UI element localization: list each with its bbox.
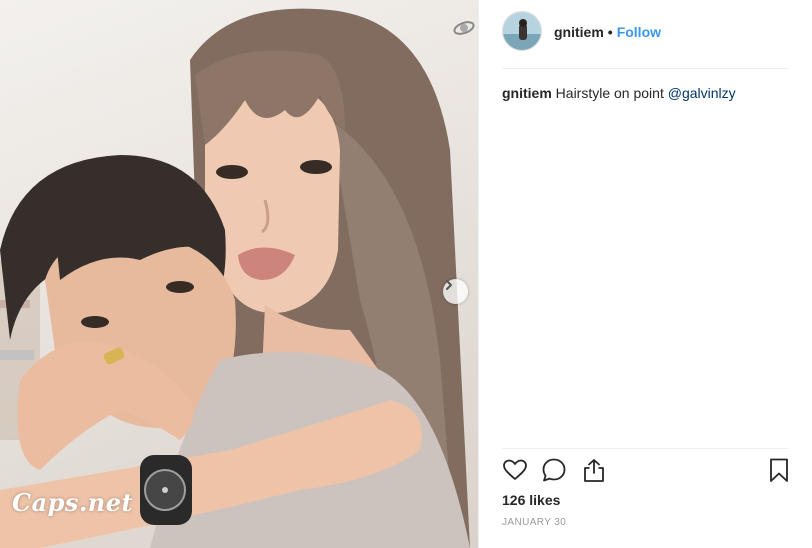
heart-icon xyxy=(503,459,527,480)
photo-watermark: Caps.net xyxy=(12,488,134,517)
post-date[interactable]: JANUARY 30 xyxy=(502,517,566,528)
likes-count[interactable]: 126 likes xyxy=(502,492,560,508)
actions-divider xyxy=(502,448,788,449)
instagram-post: Caps.net gnitiem • Follow gnitiem Hairstyl… xyxy=(0,0,812,548)
avatar[interactable] xyxy=(502,11,542,51)
share-button[interactable] xyxy=(581,457,607,485)
save-button[interactable] xyxy=(766,457,792,485)
comment-button[interactable] xyxy=(541,457,567,485)
post-photo[interactable]: Caps.net xyxy=(0,0,478,548)
carousel-indicator-icon xyxy=(452,18,478,40)
caption-text: Hairstyle on point xyxy=(555,85,664,101)
caption-mention[interactable]: @galvinlzy xyxy=(668,85,736,101)
post-username[interactable]: gnitiem xyxy=(554,24,604,40)
post-header: gnitiem • Follow xyxy=(479,0,812,68)
header-line: gnitiem • Follow xyxy=(554,24,661,40)
photo-illustration xyxy=(0,0,478,548)
share-icon xyxy=(584,459,604,482)
action-bar xyxy=(502,457,792,487)
post-caption: gnitiem Hairstyle on point @galvinlzy xyxy=(502,84,792,102)
panel-divider xyxy=(478,0,479,548)
next-photo-button[interactable] xyxy=(443,279,468,304)
comment-icon xyxy=(542,458,566,482)
chevron-right-icon xyxy=(446,280,452,290)
follow-button[interactable]: Follow xyxy=(617,24,661,40)
header-divider xyxy=(502,68,788,69)
bookmark-icon xyxy=(770,458,788,482)
separator-dot: • xyxy=(607,24,613,40)
caption-username[interactable]: gnitiem xyxy=(502,85,552,101)
like-button[interactable] xyxy=(502,457,528,485)
